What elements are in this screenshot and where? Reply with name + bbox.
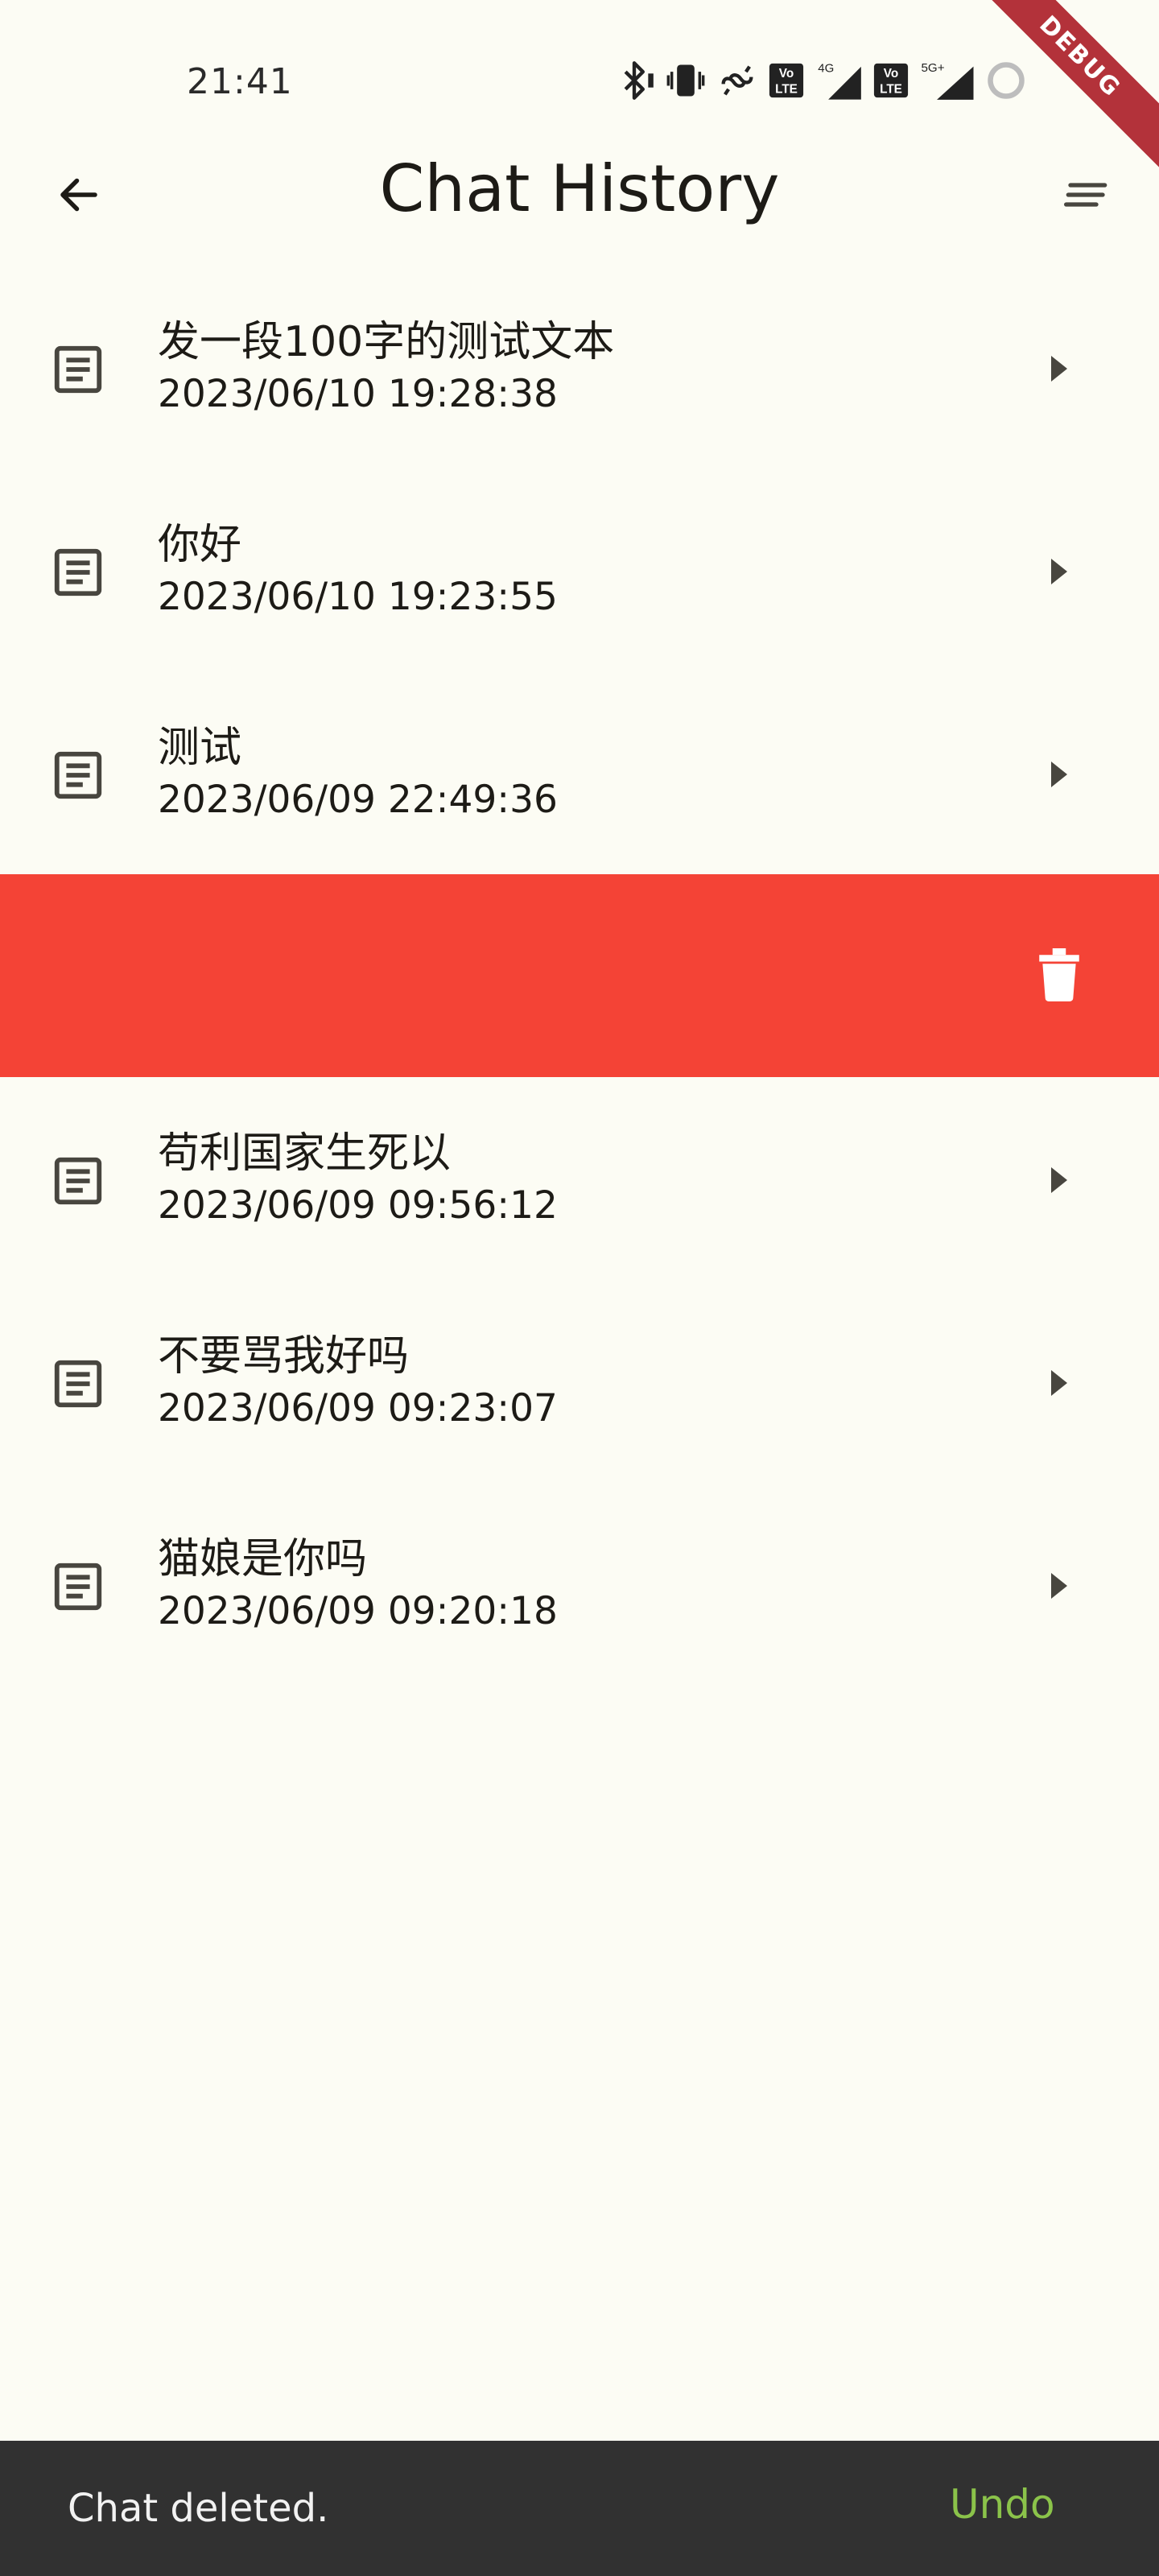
chat-title: 不要骂我好吗 (158, 1332, 410, 1381)
chat-title: 发一段100字的测试文本 (158, 318, 615, 366)
volte-icon: Vo LTE (872, 60, 909, 101)
arrow-right-icon (1051, 1573, 1067, 1599)
arrow-right-icon (1051, 559, 1067, 584)
page-title: Chat History (379, 151, 780, 226)
snackbar: Chat deleted. Undo (0, 2441, 1159, 2576)
bluetooth-icon (613, 60, 655, 101)
chat-list: 发一段100字的测试文本 2023/06/10 19:28:38 你好 2023… (0, 266, 1159, 1686)
status-icons: Vo LTE 4G Vo LTE 5G+ (613, 60, 1027, 101)
arrow-right-icon (1051, 1167, 1067, 1193)
chat-timestamp: 2023/06/09 22:49:36 (158, 778, 558, 822)
sort-button[interactable] (1046, 155, 1127, 235)
chat-list-item[interactable]: 发一段100字的测试文本 2023/06/10 19:28:38 (0, 266, 1159, 469)
document-icon (54, 548, 102, 597)
chat-list-item[interactable]: 你好 2023/06/10 19:23:55 (0, 469, 1159, 671)
chat-list-item[interactable]: 测试 2023/06/09 22:49:36 (0, 671, 1159, 874)
document-icon (54, 751, 102, 799)
chat-title: 你好 (158, 521, 242, 569)
arrow-right-icon (1051, 356, 1067, 382)
chat-timestamp: 2023/06/09 09:56:12 (158, 1183, 558, 1228)
vibrate-icon (665, 60, 707, 101)
chat-list-item[interactable]: 猫娘是你吗 2023/06/09 09:20:18 (0, 1483, 1159, 1686)
svg-text:Vo: Vo (779, 67, 794, 80)
trash-icon (1039, 948, 1079, 1001)
snackbar-message: Chat deleted. (68, 2486, 329, 2531)
chat-title: 测试 (158, 724, 242, 772)
document-icon (54, 1360, 102, 1408)
chat-timestamp: 2023/06/09 09:20:18 (158, 1589, 558, 1633)
chat-title: 猫娘是你吗 (158, 1535, 368, 1583)
link-icon (716, 60, 758, 101)
chat-title: 苟利国家生死以 (158, 1129, 452, 1178)
swipe-delete-background[interactable] (0, 874, 1159, 1077)
svg-text:5G+: 5G+ (922, 61, 945, 75)
chat-timestamp: 2023/06/10 19:28:38 (158, 372, 558, 416)
document-icon (54, 1157, 102, 1205)
chat-list-item[interactable]: 不要骂我好吗 2023/06/09 09:23:07 (0, 1280, 1159, 1483)
volte-icon: Vo LTE (768, 60, 805, 101)
arrow-right-icon (1051, 762, 1067, 787)
arrow-right-icon (1051, 1370, 1067, 1396)
loading-icon (985, 60, 1027, 101)
status-time: 21:41 (187, 61, 293, 102)
undo-button[interactable]: Undo (950, 2481, 1055, 2528)
svg-text:Vo: Vo (884, 67, 898, 80)
signal-5g-icon: 5G+ (919, 60, 975, 101)
svg-text:LTE: LTE (775, 82, 798, 96)
chat-timestamp: 2023/06/09 09:23:07 (158, 1386, 558, 1430)
chat-timestamp: 2023/06/10 19:23:55 (158, 575, 558, 619)
svg-text:LTE: LTE (880, 82, 902, 96)
document-icon (54, 345, 102, 394)
document-icon (54, 1563, 102, 1611)
chat-list-item[interactable]: 苟利国家生死以 2023/06/09 09:56:12 (0, 1077, 1159, 1280)
svg-text:4G: 4G (818, 61, 834, 75)
signal-4g-icon: 4G (815, 60, 863, 101)
app-bar: Chat History (0, 129, 1159, 250)
sort-icon (1064, 183, 1107, 207)
